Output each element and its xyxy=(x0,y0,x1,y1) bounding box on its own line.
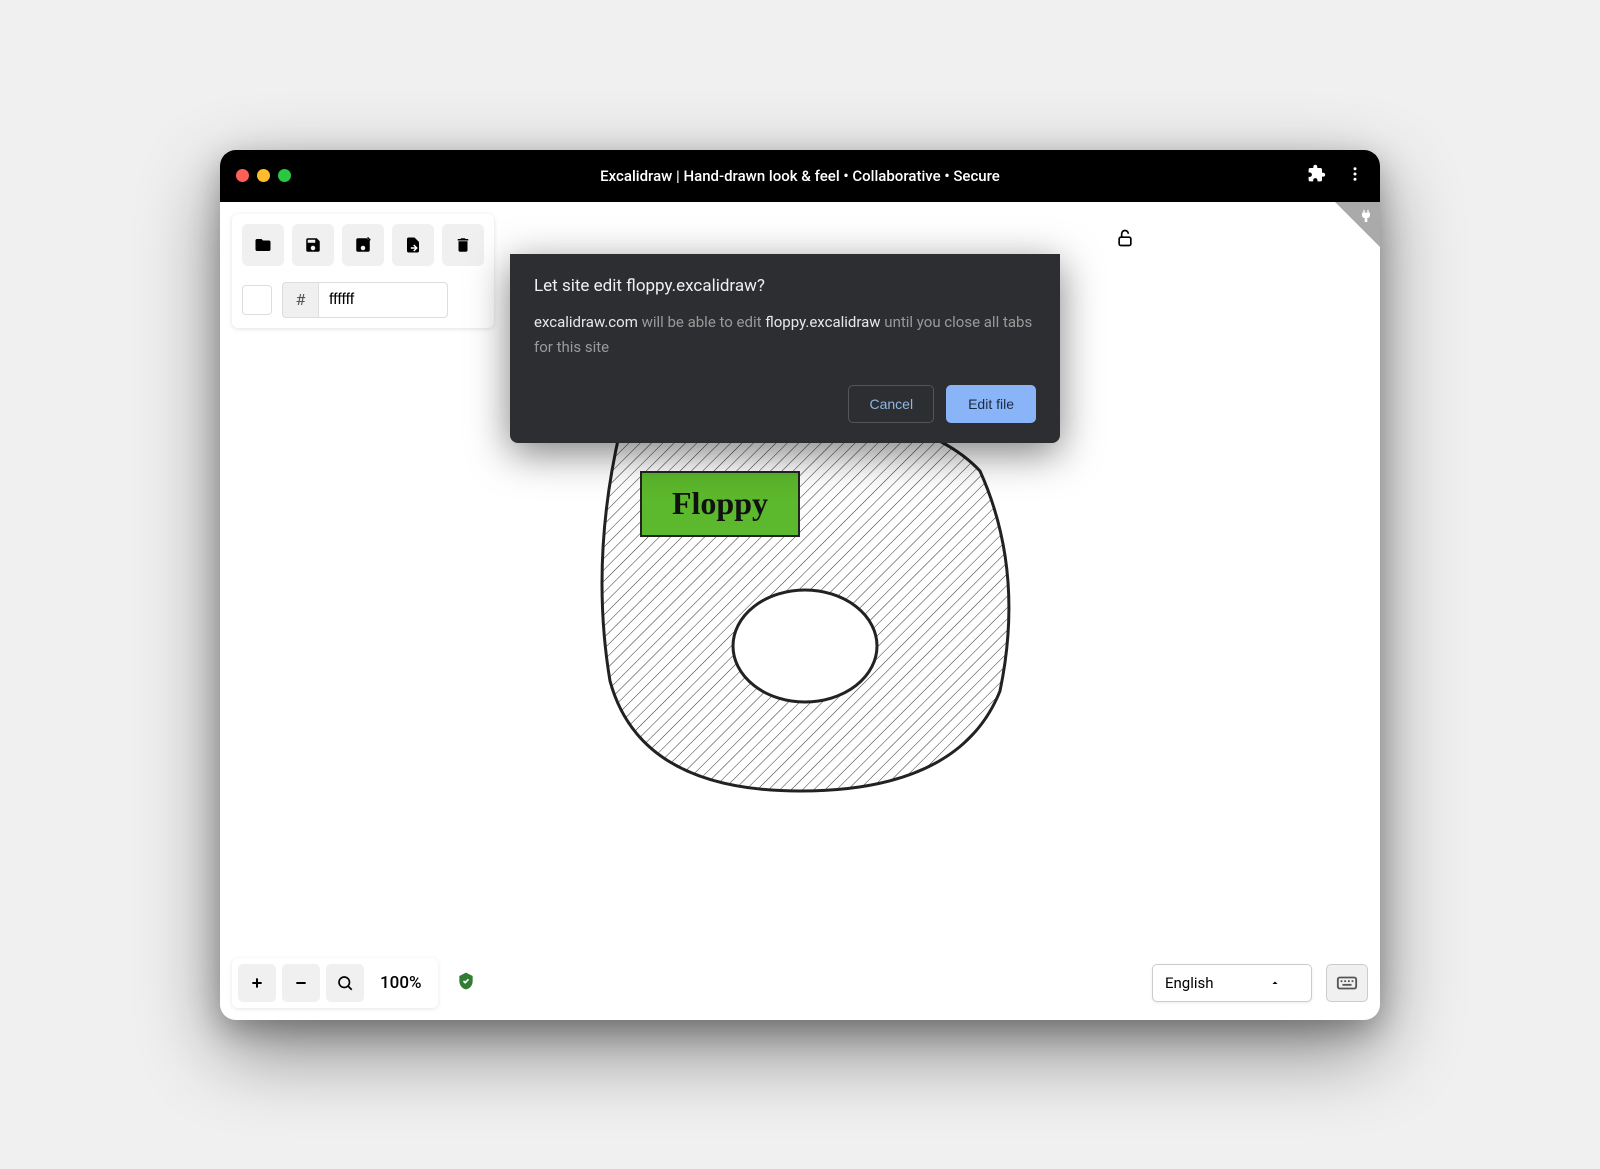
delete-button[interactable] xyxy=(442,224,484,266)
plug-icon xyxy=(1358,208,1374,228)
cancel-button[interactable]: Cancel xyxy=(848,385,934,423)
browser-window: Excalidraw | Hand-drawn look & feel • Co… xyxy=(220,150,1380,1020)
app-body: # xyxy=(220,202,1380,1020)
titlebar: Excalidraw | Hand-drawn look & feel • Co… xyxy=(220,150,1380,202)
language-select[interactable]: English xyxy=(1152,964,1312,1002)
chevron-up-icon xyxy=(1269,977,1281,989)
zoom-out-button[interactable] xyxy=(282,964,320,1002)
permission-dialog: Let site edit floppy.excalidraw? excalid… xyxy=(510,254,1060,443)
zoom-controls: 100% xyxy=(232,958,438,1008)
language-value: English xyxy=(1165,974,1214,992)
traffic-lights xyxy=(236,169,291,182)
window-title: Excalidraw | Hand-drawn look & feel • Co… xyxy=(600,167,1000,185)
unlock-icon[interactable] xyxy=(1115,228,1135,252)
dialog-file: floppy.excalidraw xyxy=(765,313,880,331)
more-menu-icon[interactable] xyxy=(1346,165,1364,187)
dialog-actions: Cancel Edit file xyxy=(534,385,1036,423)
minimize-window-button[interactable] xyxy=(257,169,270,182)
tool-row xyxy=(242,224,484,266)
bottom-right: English xyxy=(1152,964,1368,1002)
dialog-body: excalidraw.com will be able to edit flop… xyxy=(534,310,1036,361)
open-file-button[interactable] xyxy=(242,224,284,266)
bottom-bar: 100% English xyxy=(232,958,1368,1008)
color-hex-input[interactable] xyxy=(318,282,448,318)
zoom-level: 100% xyxy=(370,973,432,993)
keyboard-button[interactable] xyxy=(1326,964,1368,1002)
color-row: # xyxy=(242,282,484,318)
extensions-icon[interactable] xyxy=(1307,164,1326,187)
floppy-label: Floppy xyxy=(640,471,800,537)
zoom-in-button[interactable] xyxy=(238,964,276,1002)
floppy-drawing: Floppy xyxy=(580,401,1020,801)
save-button[interactable] xyxy=(292,224,334,266)
dialog-site: excalidraw.com xyxy=(534,313,638,331)
color-swatch[interactable] xyxy=(242,285,272,315)
export-button[interactable] xyxy=(392,224,434,266)
hash-label: # xyxy=(282,282,318,318)
save-as-button[interactable] xyxy=(342,224,384,266)
shield-icon[interactable] xyxy=(456,971,476,995)
close-window-button[interactable] xyxy=(236,169,249,182)
titlebar-right xyxy=(1307,164,1364,187)
zoom-reset-button[interactable] xyxy=(326,964,364,1002)
dialog-title: Let site edit floppy.excalidraw? xyxy=(534,276,1036,296)
dialog-text-1: will be able to edit xyxy=(638,313,765,331)
maximize-window-button[interactable] xyxy=(278,169,291,182)
edit-file-button[interactable]: Edit file xyxy=(946,385,1036,423)
toolbar-panel: # xyxy=(232,214,494,328)
